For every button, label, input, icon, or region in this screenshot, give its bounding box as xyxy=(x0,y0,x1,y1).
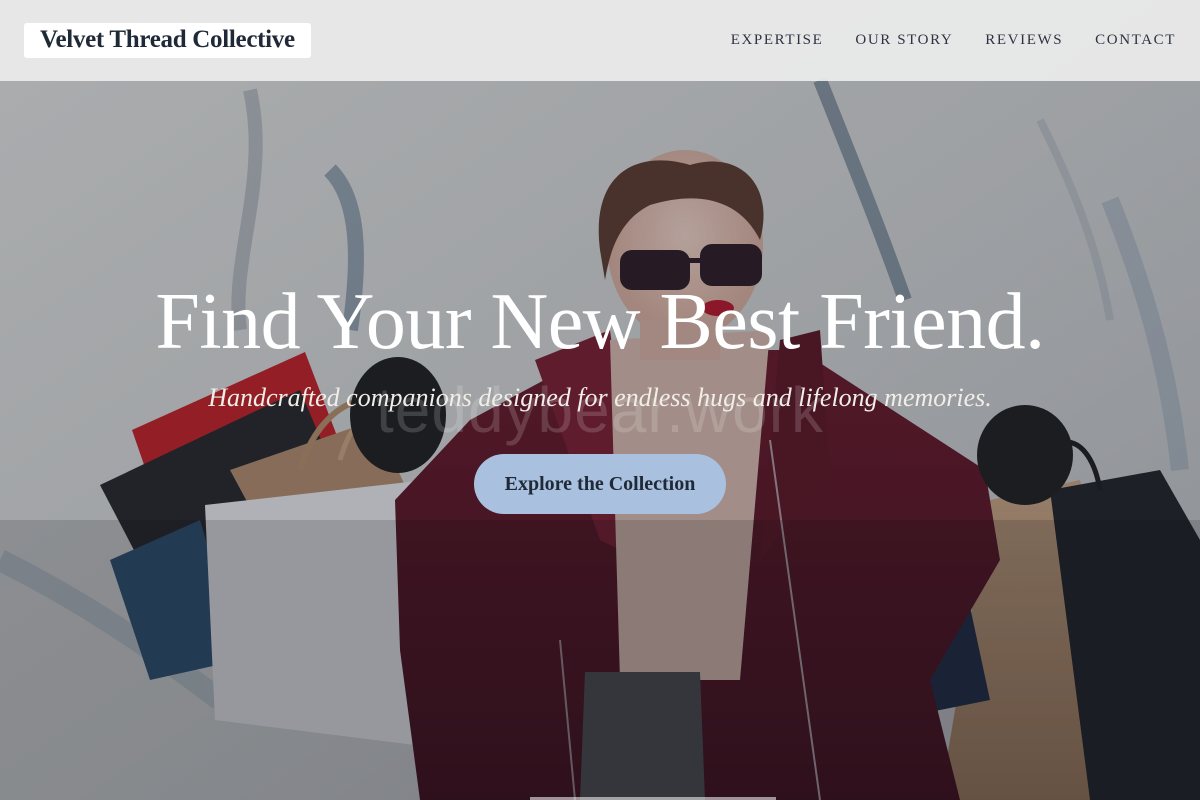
nav-link-contact[interactable]: CONTACT xyxy=(1095,32,1176,49)
nav-link-our-story[interactable]: OUR STORY xyxy=(855,32,953,49)
main-nav: EXPERTISE OUR STORY REVIEWS CONTACT xyxy=(699,0,1176,81)
explore-collection-button[interactable]: Explore the Collection xyxy=(474,454,726,514)
landing-page: Velvet Thread Collective EXPERTISE OUR S… xyxy=(0,0,1200,800)
brand-logo[interactable]: Velvet Thread Collective xyxy=(24,23,311,58)
nav-link-reviews[interactable]: REVIEWS xyxy=(985,32,1063,49)
hero-section: teddybear.work Find Your New Best Friend… xyxy=(0,0,1200,800)
nav-link-expertise[interactable]: EXPERTISE xyxy=(731,32,824,49)
hero-subtitle: Handcrafted companions designed for endl… xyxy=(208,383,992,412)
hero-title: Find Your New Best Friend. xyxy=(155,278,1045,366)
site-header: Velvet Thread Collective EXPERTISE OUR S… xyxy=(0,0,1200,81)
